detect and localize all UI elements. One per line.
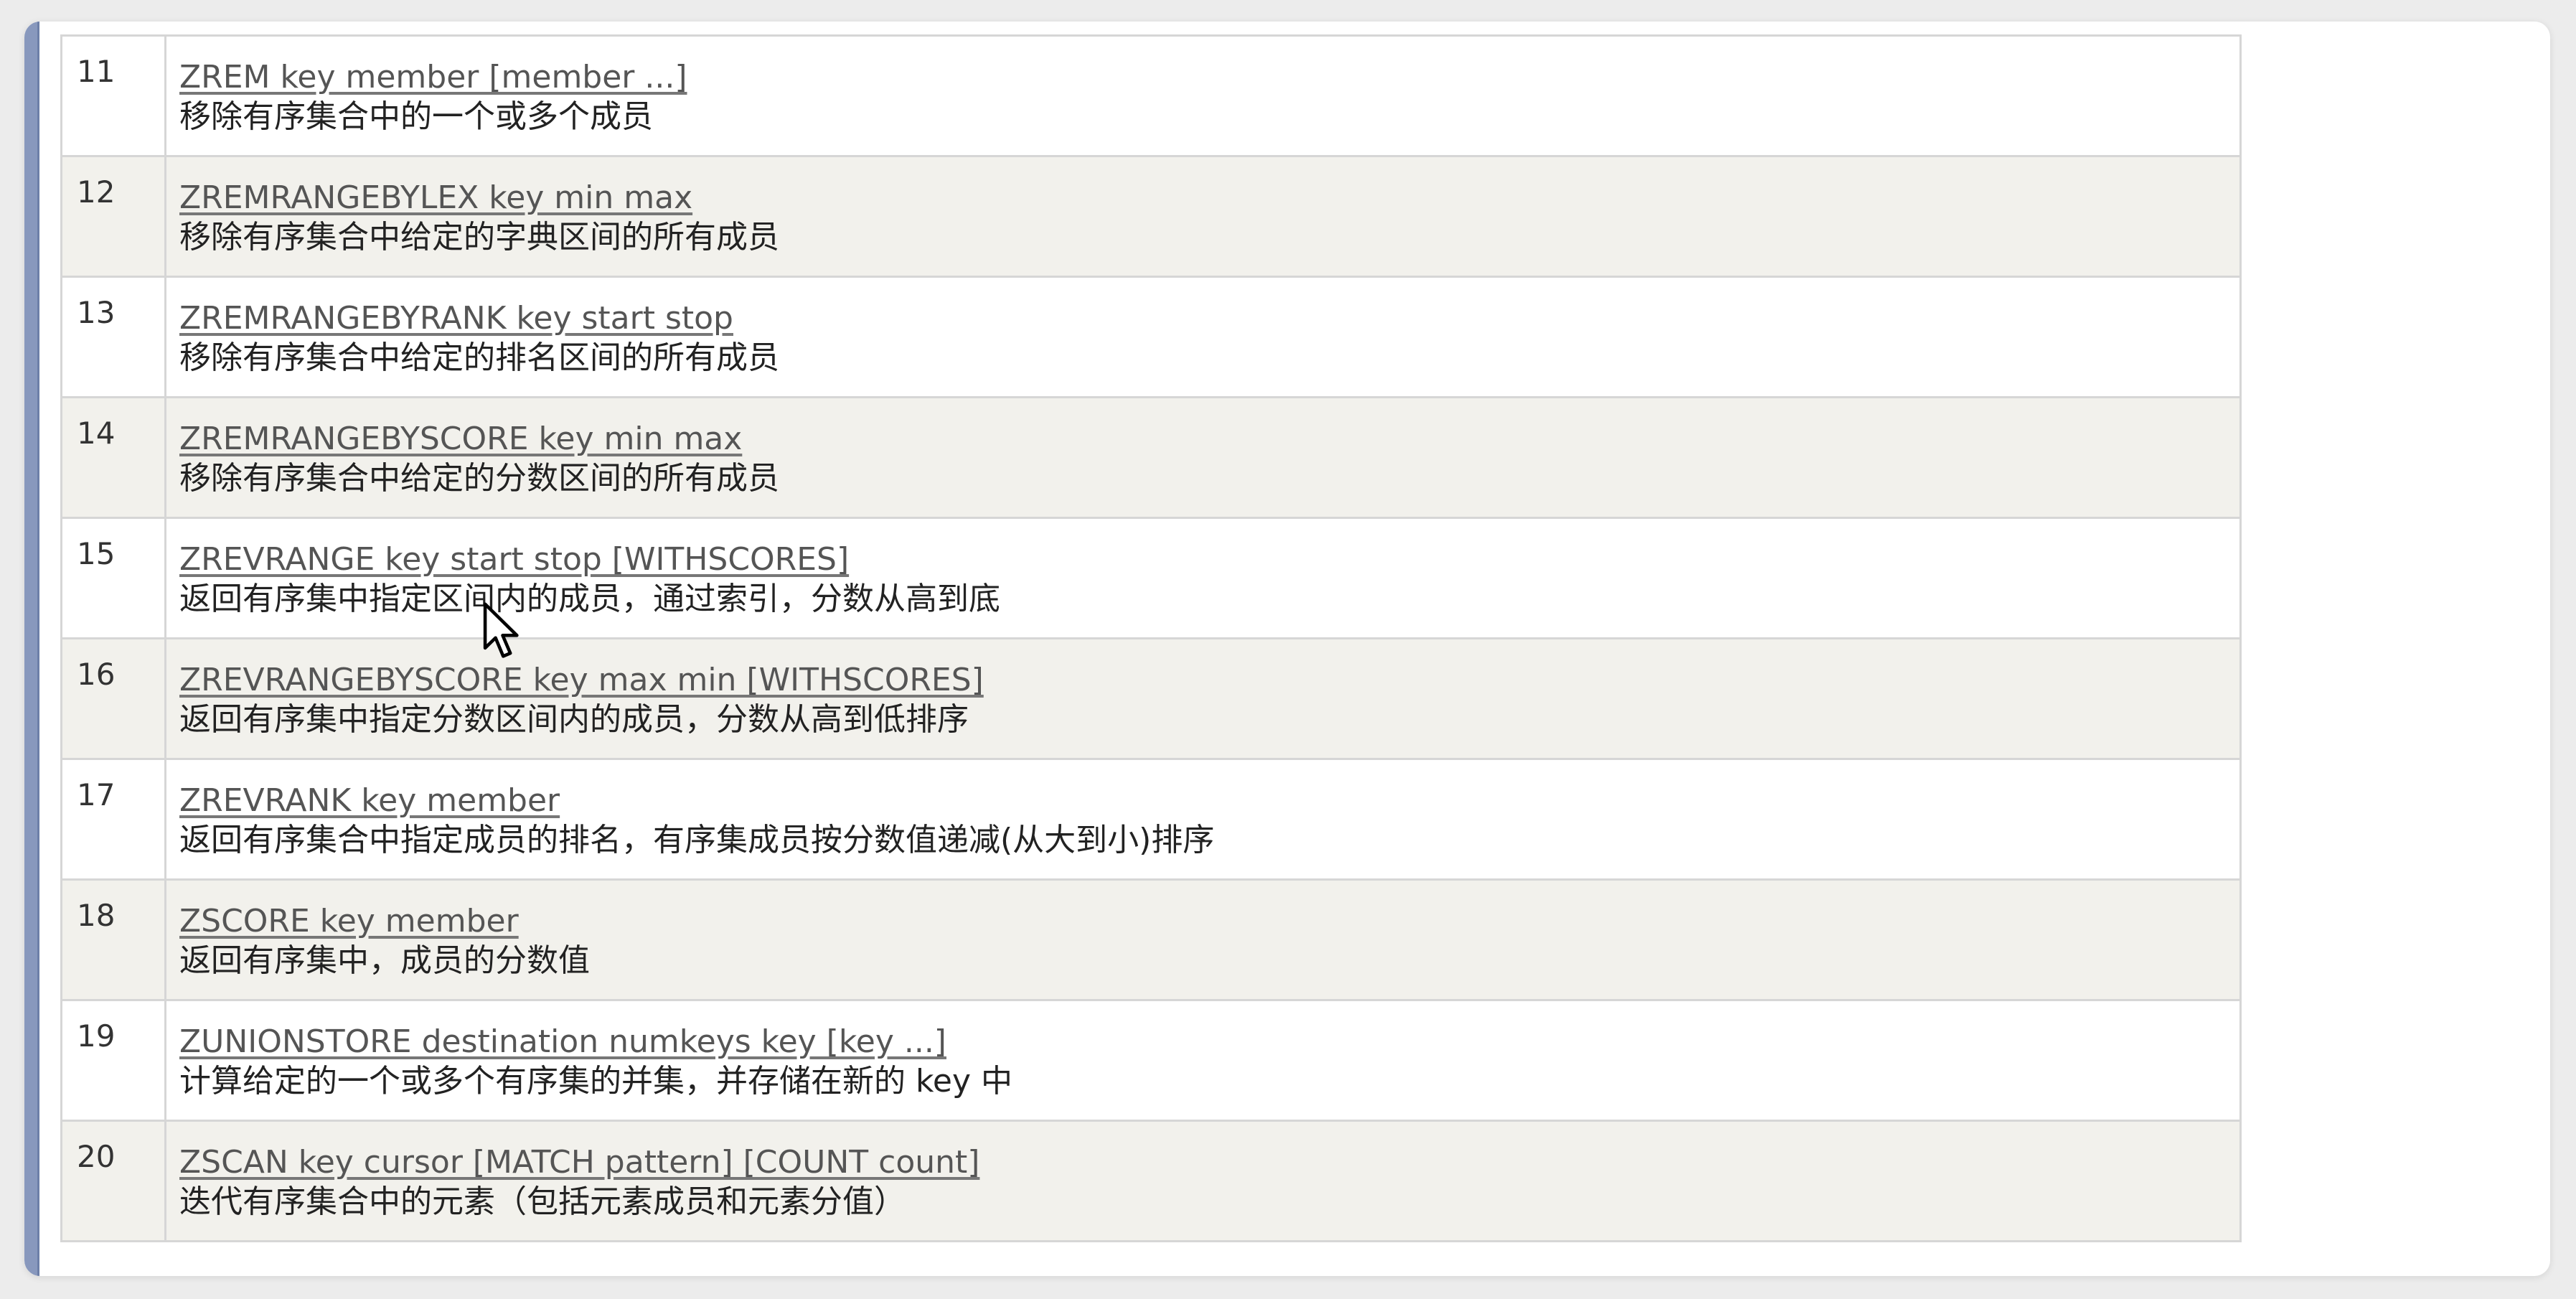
command-description: 迭代有序集合中的元素（包括元素成员和元素分值） (179, 1183, 906, 1220)
command-description: 返回有序集中，成员的分数值 (179, 942, 590, 979)
command-cell: ZREVRANGE key start stop [WITHSCORES] 返回… (164, 517, 2242, 639)
row-number: 19 (77, 1018, 116, 1054)
table-row: 15 ZREVRANGE key start stop [WITHSCORES]… (60, 517, 2242, 639)
row-number-cell: 12 (60, 155, 166, 278)
table-row: 17 ZREVRANK key member 返回有序集合中指定成员的排名，有序… (60, 758, 2242, 881)
left-accent-bar (24, 22, 39, 1276)
row-number: 17 (77, 777, 116, 812)
command-link[interactable]: ZSCORE key member (166, 881, 2239, 941)
row-number-cell: 18 (60, 878, 166, 1001)
table-row: 19 ZUNIONSTORE destination numkeys key [… (60, 999, 2242, 1122)
row-number-cell: 15 (60, 517, 166, 639)
command-cell: ZREMRANGEBYRANK key start stop 移除有序集合中给定… (164, 276, 2242, 398)
command-description: 移除有序集合中给定的分数区间的所有成员 (179, 460, 779, 497)
row-number: 14 (77, 416, 116, 451)
command-description: 移除有序集合中给定的排名区间的所有成员 (179, 339, 779, 376)
command-cell: ZREMRANGEBYLEX key min max 移除有序集合中给定的字典区… (164, 155, 2242, 278)
command-description: 移除有序集合中的一个或多个成员 (179, 98, 653, 135)
command-link[interactable]: ZREMRANGEBYRANK key start stop (166, 278, 2239, 338)
content-frame: 11 ZREM key member [member ...] 移除有序集合中的… (24, 22, 2550, 1276)
table-row: 12 ZREMRANGEBYLEX key min max 移除有序集合中给定的… (60, 155, 2242, 278)
command-cell: ZREM key member [member ...] 移除有序集合中的一个或… (164, 34, 2242, 157)
row-number-cell: 13 (60, 276, 166, 398)
row-number: 20 (77, 1139, 116, 1174)
command-cell: ZSCORE key member 返回有序集中，成员的分数值 (164, 878, 2242, 1001)
table-row: 16 ZREVRANGEBYSCORE key max min [WITHSCO… (60, 637, 2242, 760)
command-description: 移除有序集合中给定的字典区间的所有成员 (179, 219, 779, 255)
row-number-cell: 20 (60, 1120, 166, 1242)
command-description: 返回有序集中指定分数区间内的成员，分数从高到低排序 (179, 701, 969, 738)
row-number-cell: 14 (60, 396, 166, 519)
table-row: 20 ZSCAN key cursor [MATCH pattern] [COU… (60, 1120, 2242, 1242)
command-table: 11 ZREM key member [member ...] 移除有序集合中的… (60, 34, 2242, 1242)
command-cell: ZREVRANGEBYSCORE key max min [WITHSCORES… (164, 637, 2242, 760)
row-number: 12 (77, 174, 116, 210)
row-number-cell: 11 (60, 34, 166, 157)
command-link[interactable]: ZREM key member [member ...] (166, 37, 2239, 97)
command-link[interactable]: ZREVRANGE key start stop [WITHSCORES] (166, 519, 2239, 579)
command-link[interactable]: ZSCAN key cursor [MATCH pattern] [COUNT … (166, 1122, 2239, 1182)
row-number: 15 (77, 536, 116, 571)
row-number: 11 (77, 54, 116, 89)
command-description: 返回有序集中指定区间内的成员，通过索引，分数从高到底 (179, 581, 1000, 617)
row-number-cell: 19 (60, 999, 166, 1122)
table-row: 13 ZREMRANGEBYRANK key start stop 移除有序集合… (60, 276, 2242, 398)
mouse-pointer-icon (483, 602, 519, 658)
command-link[interactable]: ZREVRANGEBYSCORE key max min [WITHSCORES… (166, 639, 2239, 700)
row-number: 13 (77, 295, 116, 330)
command-link[interactable]: ZREMRANGEBYSCORE key min max (166, 398, 2239, 459)
command-cell: ZREVRANK key member 返回有序集合中指定成员的排名，有序集成员… (164, 758, 2242, 881)
row-number-cell: 17 (60, 758, 166, 881)
command-cell: ZUNIONSTORE destination numkeys key [key… (164, 999, 2242, 1122)
table-row: 14 ZREMRANGEBYSCORE key min max 移除有序集合中给… (60, 396, 2242, 519)
command-link[interactable]: ZUNIONSTORE destination numkeys key [key… (166, 1001, 2239, 1061)
row-number: 16 (77, 657, 116, 692)
row-number: 18 (77, 898, 116, 933)
command-link[interactable]: ZREMRANGEBYLEX key min max (166, 157, 2239, 217)
command-cell: ZSCAN key cursor [MATCH pattern] [COUNT … (164, 1120, 2242, 1242)
command-description: 计算给定的一个或多个有序集的并集，并存储在新的 key 中 (179, 1063, 1012, 1099)
table-row: 18 ZSCORE key member 返回有序集中，成员的分数值 (60, 878, 2242, 1001)
command-link[interactable]: ZREVRANK key member (166, 760, 2239, 820)
command-description: 返回有序集合中指定成员的排名，有序集成员按分数值递减(从大到小)排序 (179, 822, 1215, 858)
command-cell: ZREMRANGEBYSCORE key min max 移除有序集合中给定的分… (164, 396, 2242, 519)
table-row: 11 ZREM key member [member ...] 移除有序集合中的… (60, 34, 2242, 157)
row-number-cell: 16 (60, 637, 166, 760)
